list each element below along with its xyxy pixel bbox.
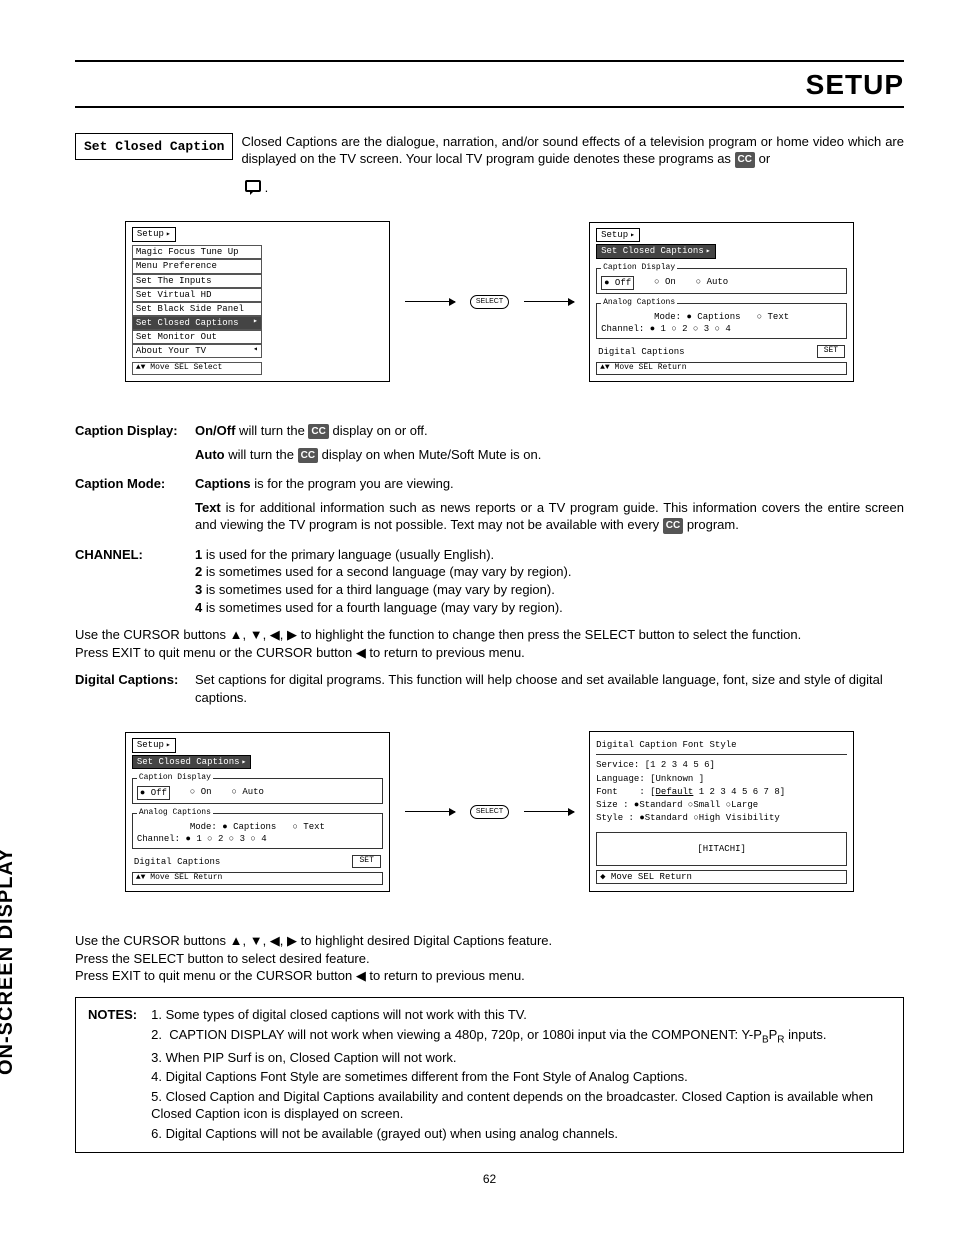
digital-captions-row: Digital Captions SET [598, 345, 845, 358]
arrow-icon [524, 301, 574, 302]
analog-captions-group: Analog Captions Mode: Captions Text Chan… [132, 808, 383, 849]
osd-title: Setup▸ [132, 738, 176, 753]
osd-subtitle: Set Closed Captions▸ [596, 244, 715, 259]
menu-item: About Your TV◂ [132, 344, 262, 358]
caption-mode-def: Caption Mode: Captions is for the progra… [75, 475, 904, 540]
preview-box: [HITACHI] [596, 832, 847, 866]
set-button: SET [352, 855, 380, 868]
digital-captions-def: Digital Captions: Set captions for digit… [75, 671, 904, 706]
osd-footer: ▲▼ Move SEL Return [596, 362, 847, 375]
osd-font-style-menu: Digital Caption Font Style Service: [1 2… [589, 731, 854, 892]
osd-closed-captions-menu: Setup▸ Set Closed Captions▸ Caption Disp… [589, 222, 854, 382]
intro-text: Closed Captions are the dialogue, narrat… [241, 133, 904, 168]
intro-or: or [759, 151, 771, 166]
arrow-icon [405, 811, 455, 812]
cc-icon: CC [308, 424, 328, 440]
note-item: 6. Digital Captions will not be availabl… [151, 1125, 891, 1143]
side-tab: ON-SCREEN DISPLAY [0, 848, 20, 1075]
opt-on: On [654, 276, 676, 290]
opt-ch4: 4 [715, 323, 731, 335]
osd-setup-menu: Setup▸ Magic Focus Tune Up Menu Preferen… [125, 221, 390, 382]
set-closed-caption-label: Set Closed Caption [75, 133, 233, 161]
notes-list: 1. Some types of digital closed captions… [151, 1006, 891, 1144]
osd-footer: ▲▼ Move SEL Select [132, 362, 262, 375]
channel-def: CHANNEL: 1 is used for the primary langu… [75, 546, 904, 616]
opt-off: Off [601, 276, 634, 290]
menu-item: Set The Inputs [132, 274, 262, 288]
arrow-icon [405, 301, 455, 302]
opt-ch2: 2 [671, 323, 687, 335]
note-item: 1. Some types of digital closed captions… [151, 1006, 891, 1024]
osd-subtitle: Set Closed Captions▸ [132, 755, 251, 770]
osd-title: Setup▸ [596, 228, 640, 243]
cursor-instructions-2: Use the CURSOR buttons ▲, ▼, ◀, ▶ to hig… [75, 932, 904, 985]
osd-menu-list: Magic Focus Tune Up Menu Preference Set … [132, 245, 383, 358]
caption-display-def: Caption Display: On/Off will turn the CC… [75, 422, 904, 469]
menu-item: Set Virtual HD [132, 288, 262, 302]
diagram-row-1: Setup▸ Magic Focus Tune Up Menu Preferen… [75, 221, 904, 382]
opt-ch1: 1 [650, 323, 666, 335]
note-item: 5. Closed Caption and Digital Captions a… [151, 1088, 891, 1123]
cc-icon: CC [298, 448, 318, 464]
cc-icon: CC [735, 152, 755, 168]
opt-captions: Captions [686, 311, 740, 323]
osd-title: Setup▸ [132, 227, 176, 242]
intro-block: Set Closed Caption Closed Captions are t… [75, 133, 904, 168]
menu-item: Set Black Side Panel [132, 302, 262, 316]
menu-item: Magic Focus Tune Up [132, 245, 262, 259]
select-remote-button: SELECT [470, 805, 509, 818]
speech-balloon-icon [245, 180, 261, 192]
note-item: 3. When PIP Surf is on, Closed Caption w… [151, 1049, 891, 1067]
analog-captions-group: Analog Captions Mode: Captions Text Chan… [596, 298, 847, 339]
arrow-icon [524, 811, 574, 812]
page-title: SETUP [75, 66, 904, 108]
caption-display-group: Caption Display Off On Auto [596, 263, 847, 294]
set-button: SET [817, 345, 845, 358]
menu-item: Set Monitor Out [132, 330, 262, 344]
top-rule [75, 60, 904, 62]
opt-text: Text [757, 311, 789, 323]
cc-icon: CC [663, 518, 683, 534]
osd-title: Digital Caption Font Style [596, 739, 847, 755]
page-number: 62 [75, 1171, 904, 1187]
note-item: 4. Digital Captions Font Style are somet… [151, 1068, 891, 1086]
cursor-instructions-1: Use the CURSOR buttons ▲, ▼, ◀, ▶ to hig… [75, 626, 904, 661]
select-remote-button: SELECT [470, 295, 509, 308]
caption-display-group: Caption Display Off On Auto [132, 773, 383, 804]
intro-sentence: Closed Captions are the dialogue, narrat… [241, 134, 904, 167]
menu-item-highlighted: Set Closed Captions▸ [132, 316, 262, 330]
diagram-row-2: Setup▸ Set Closed Captions▸ Caption Disp… [75, 731, 904, 892]
note-item: 2. CAPTION DISPLAY will not work when vi… [151, 1026, 891, 1047]
menu-item: Menu Preference [132, 259, 262, 273]
osd-closed-captions-menu-2: Setup▸ Set Closed Captions▸ Caption Disp… [125, 732, 390, 892]
notes-box: NOTES: 1. Some types of digital closed c… [75, 997, 904, 1153]
opt-ch3: 3 [693, 323, 709, 335]
opt-auto: Auto [696, 276, 728, 290]
